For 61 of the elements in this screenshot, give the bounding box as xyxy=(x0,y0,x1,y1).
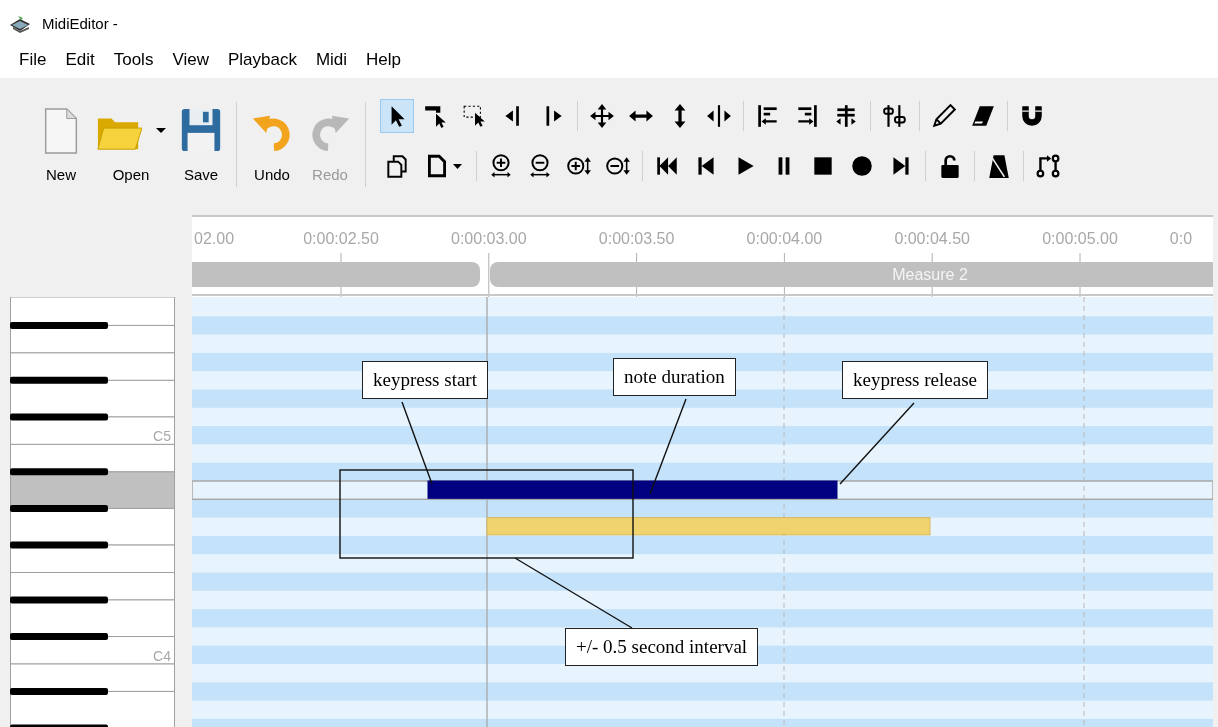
undo-button[interactable]: Undo xyxy=(243,102,301,183)
menu-item[interactable]: Tools xyxy=(105,50,162,70)
piano-key[interactable] xyxy=(10,572,175,601)
octave-label: C4 xyxy=(153,648,171,664)
zoom-out-horizontal-icon xyxy=(527,153,553,179)
equalize-icon xyxy=(833,103,859,129)
piano-key[interactable] xyxy=(10,663,175,692)
menu-item[interactable]: File xyxy=(11,50,55,70)
piano-key[interactable] xyxy=(10,352,175,381)
piano-key[interactable] xyxy=(10,321,108,329)
piano-key[interactable] xyxy=(10,376,108,384)
eraser-icon xyxy=(970,103,996,129)
time-label: 0:00:03.00 xyxy=(451,230,527,247)
time-label: 0:00:02.50 xyxy=(303,230,379,247)
connection-icon xyxy=(1035,153,1061,179)
pencil-icon xyxy=(931,103,957,129)
menu-item[interactable]: View xyxy=(164,50,217,70)
piano-key[interactable] xyxy=(10,636,175,665)
save-button[interactable]: Save xyxy=(172,102,230,183)
piano-key[interactable] xyxy=(10,324,175,354)
piano-key[interactable] xyxy=(10,416,175,445)
menu-item[interactable]: Midi xyxy=(307,50,356,70)
caret-icon xyxy=(453,163,462,169)
midi-note[interactable] xyxy=(427,480,838,499)
piano-key[interactable] xyxy=(10,443,175,473)
piano-key[interactable] xyxy=(10,544,175,573)
bar-cursor-icon xyxy=(423,103,449,129)
zoom-in-horizontal-icon xyxy=(488,153,514,179)
octave-label: C5 xyxy=(153,428,171,445)
caret-icon xyxy=(156,127,166,133)
time-label: 0:0 xyxy=(1169,230,1193,247)
piano-key[interactable] xyxy=(10,504,108,512)
quantize-icon xyxy=(882,103,908,129)
menu-item[interactable]: Edit xyxy=(57,50,103,70)
annotation-label: +/- 0.5 second interval xyxy=(565,628,759,666)
piano-key[interactable] xyxy=(10,633,108,641)
time-label: 0:00:05.00 xyxy=(1042,230,1118,247)
time-label: 0:00:04.50 xyxy=(894,230,970,247)
window-title: MidiEditor - xyxy=(42,14,118,32)
time-label: 0:00:03.50 xyxy=(598,230,675,247)
piano-key[interactable] xyxy=(10,690,175,727)
time-label: 02.00 xyxy=(194,230,235,247)
copy-icon xyxy=(384,153,410,179)
select-tool-button[interactable] xyxy=(380,99,414,133)
annotation-label: note duration xyxy=(613,358,736,396)
piano-key[interactable] xyxy=(10,687,108,695)
annotation-label: keypress start xyxy=(362,361,488,399)
piano-key[interactable] xyxy=(10,468,108,476)
metronome-icon xyxy=(986,153,1012,179)
piano-key[interactable] xyxy=(10,379,175,418)
time-label: 0:00:04.00 xyxy=(746,230,823,247)
annotation-label: keypress release xyxy=(842,361,988,399)
new-button[interactable]: New xyxy=(32,102,90,183)
menu-item[interactable]: Help xyxy=(358,50,410,70)
resize-arrows-icon xyxy=(706,103,732,129)
record-icon xyxy=(849,153,875,179)
magnet-icon xyxy=(1019,103,1045,129)
open-button[interactable]: Open xyxy=(90,102,172,183)
four-way-arrow-icon xyxy=(589,103,615,129)
menu-item[interactable]: Playback xyxy=(219,50,305,70)
piano-key[interactable] xyxy=(10,297,175,326)
